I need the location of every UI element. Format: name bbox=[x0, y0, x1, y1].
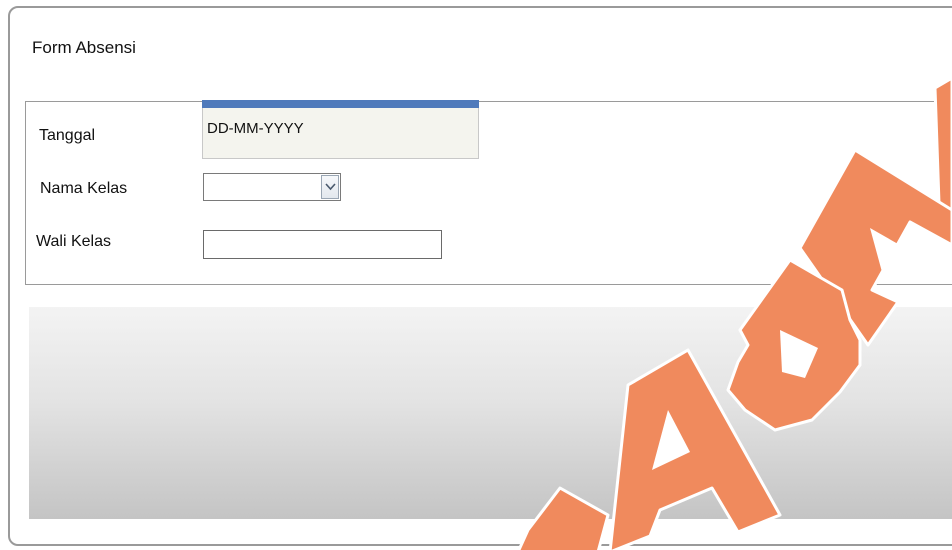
chevron-down-icon bbox=[325, 183, 336, 191]
date-picker-header-bar bbox=[202, 100, 479, 108]
dropdown-button[interactable] bbox=[321, 175, 339, 199]
nama-kelas-select[interactable] bbox=[203, 173, 341, 201]
wali-kelas-input[interactable] bbox=[203, 230, 442, 259]
wali-kelas-label: Wali Kelas bbox=[36, 233, 111, 250]
nama-kelas-label: Nama Kelas bbox=[40, 180, 128, 197]
tanggal-value: DD-MM-YYYY bbox=[207, 120, 304, 137]
filter-group-box bbox=[25, 101, 952, 285]
attendance-grid-panel[interactable] bbox=[29, 307, 952, 519]
tanggal-label: Tanggal bbox=[39, 127, 96, 144]
tanggal-date-picker[interactable]: DD-MM-YYYY bbox=[202, 100, 479, 159]
form-title: Form Absensi bbox=[32, 38, 136, 57]
